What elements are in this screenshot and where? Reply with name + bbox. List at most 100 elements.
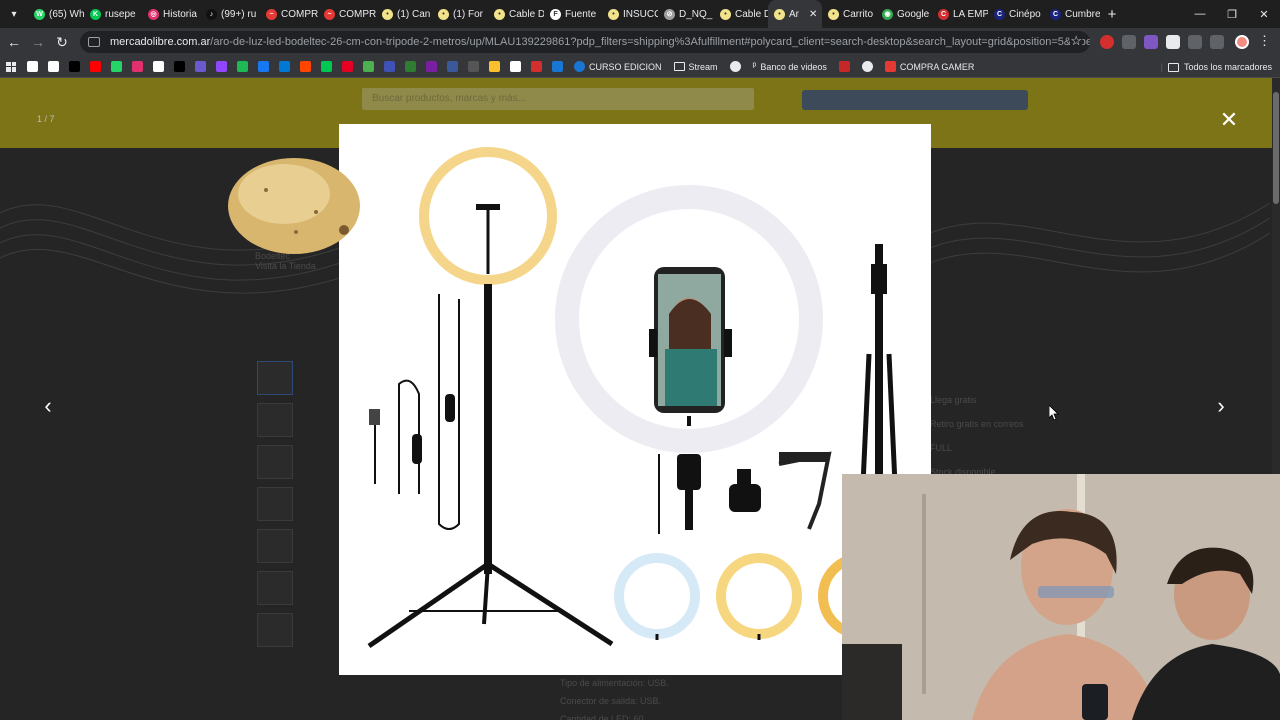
browser-tab[interactable]: C Cumbre — [1044, 0, 1100, 28]
extension-red-icon[interactable] — [1100, 35, 1114, 49]
browser-tab[interactable]: • INSUCO — [602, 0, 658, 28]
thumbnail[interactable] — [257, 445, 293, 479]
browser-tab[interactable]: Krusepe — [84, 0, 142, 28]
tab-title: D_NQ_ — [679, 8, 713, 20]
bookmark-favicon-icon[interactable] — [279, 61, 290, 72]
bookmark-stream[interactable]: Stream — [673, 62, 718, 72]
extensions-puzzle-icon[interactable] — [1188, 35, 1202, 49]
bookmark-banco[interactable]: ᵖ Banco de videos — [753, 61, 827, 72]
bookmark-favicon-icon[interactable] — [300, 61, 311, 72]
bookmark-favicon-icon[interactable] — [552, 61, 563, 72]
bookmarks-bar: CURSO EDICION Stream ᵖ Banco de videos CO… — [0, 56, 1280, 78]
bookmark-favicon-icon[interactable] — [447, 61, 458, 72]
extension-d-icon[interactable] — [1166, 35, 1180, 49]
webcam-overlay — [842, 474, 1280, 720]
bookmark-favicon-icon[interactable] — [111, 61, 122, 72]
bookmark-favicon-icon[interactable] — [342, 61, 353, 72]
all-bookmarks[interactable]: | Todos los marcadores — [1161, 56, 1272, 78]
browser-tab[interactable]: • (1) Can — [376, 0, 432, 28]
bookmark-favicon-icon[interactable] — [237, 61, 248, 72]
tab-title: COMPR — [281, 8, 318, 20]
browser-tab[interactable]: • Cable D — [714, 0, 768, 28]
browser-tab[interactable]: ~ COMPR — [260, 0, 318, 28]
browser-tab[interactable]: ◉ Google — [876, 0, 932, 28]
url-path: /aro-de-luz-led-bodeltec-26-cm-con-tripo… — [210, 36, 1090, 48]
browser-menu-icon[interactable]: ⋮ — [1258, 33, 1271, 49]
bookmark-favicon-icon[interactable] — [363, 61, 374, 72]
tab-favicon-icon: C — [938, 8, 949, 20]
bookmark-favicon-icon[interactable] — [468, 61, 479, 72]
tab-favicon-icon: C — [994, 8, 1005, 20]
browser-tab[interactable]: ~ COMPR — [318, 0, 376, 28]
thumbnail[interactable] — [257, 529, 293, 563]
chrome-icon — [861, 61, 873, 72]
header-promo-banner[interactable] — [802, 90, 1028, 110]
thumbnail[interactable] — [257, 487, 293, 521]
minimize-icon[interactable]: — — [1184, 0, 1216, 28]
scrollbar-thumb[interactable] — [1273, 92, 1279, 204]
product-search-input[interactable]: Buscar productos, marcas y más... — [362, 88, 754, 110]
bookmark-star-icon[interactable]: ☆ — [1070, 33, 1082, 49]
bookmark-favicon-icon[interactable] — [153, 61, 164, 72]
next-image-button[interactable]: › — [1209, 391, 1233, 421]
apps-grid-icon[interactable] — [6, 61, 16, 72]
reload-icon[interactable]: ↻ — [50, 30, 74, 54]
extensions-area — [1100, 28, 1224, 56]
bookmark-favicon-icon[interactable] — [27, 61, 38, 72]
site-info-icon[interactable] — [88, 37, 100, 47]
thumbnail[interactable] — [257, 361, 293, 395]
new-tab-button[interactable]: + — [1100, 6, 1124, 23]
bookmark-favicon-icon[interactable] — [48, 61, 59, 72]
bookmark-favicon-icon[interactable] — [258, 61, 269, 72]
thumbnail[interactable] — [257, 613, 293, 647]
bookmark-favicon-icon[interactable] — [90, 61, 101, 72]
browser-tab[interactable]: F Fuente — [544, 0, 602, 28]
tab-close-icon[interactable]: ✕ — [809, 9, 817, 20]
forward-arrow-icon[interactable]: → — [26, 30, 50, 54]
bookmark-chrome[interactable] — [861, 61, 873, 72]
browser-tab[interactable]: W (65) Wh — [28, 0, 84, 28]
browser-tab[interactable]: ⊘ D_NQ_ — [658, 0, 714, 28]
extension-purple-icon[interactable] — [1144, 35, 1158, 49]
bookmark-favicon-icon[interactable] — [405, 61, 416, 72]
bookmark-favicon-icon[interactable] — [195, 61, 206, 72]
browser-tab[interactable]: C LA EMP — [932, 0, 988, 28]
tab-title: Cable D — [735, 8, 768, 20]
bookmark-gamer[interactable]: COMPRA GAMER — [884, 61, 974, 72]
bookmark-favicon-icon[interactable] — [216, 61, 227, 72]
address-bar[interactable]: mercadolibre.com.ar /aro-de-luz-led-bode… — [80, 31, 1090, 53]
back-arrow-icon[interactable]: ← — [2, 30, 26, 54]
previous-image-button[interactable]: ‹ — [36, 391, 60, 421]
bookmark-favicon-icon[interactable] — [426, 61, 437, 72]
bookmark-favicon-icon[interactable] — [510, 61, 521, 72]
bookmark-red[interactable] — [838, 61, 850, 72]
browser-tab[interactable]: ◎ Historia — [142, 0, 200, 28]
close-window-icon[interactable]: ✕ — [1248, 0, 1280, 28]
browser-tab[interactable]: • Ar ✕ — [768, 0, 822, 28]
bookmark-favicon-icon[interactable] — [132, 61, 143, 72]
bookmark-favicon-icon[interactable] — [174, 61, 185, 72]
bookmark-label: CURSO EDICION — [589, 61, 662, 72]
profile-avatar[interactable] — [1235, 35, 1249, 49]
tab-search-chevron-icon[interactable]: ▾ — [0, 0, 28, 28]
bookmark-settings[interactable] — [729, 61, 741, 72]
browser-toolbar: ← → ↻ mercadolibre.com.ar /aro-de-luz-le… — [0, 28, 1280, 56]
restore-icon[interactable]: ❐ — [1216, 0, 1248, 28]
bookmark-favicon-icon[interactable] — [321, 61, 332, 72]
thumbnail[interactable] — [257, 403, 293, 437]
sidebar-icon[interactable] — [1210, 35, 1224, 49]
browser-tab[interactable]: • Carrito — [822, 0, 876, 28]
tab-title: COMPR — [339, 8, 376, 20]
browser-tab[interactable]: C Cinépo — [988, 0, 1044, 28]
bookmark-favicon-icon[interactable] — [489, 61, 500, 72]
bookmark-favicon-icon[interactable] — [69, 61, 80, 72]
browser-tab[interactable]: ♪ (99+) ru — [200, 0, 260, 28]
extension-pencil-icon[interactable] — [1122, 35, 1136, 49]
bookmark-favicon-icon[interactable] — [531, 61, 542, 72]
bookmark-favicon-icon[interactable] — [384, 61, 395, 72]
browser-tab[interactable]: • (1) For — [432, 0, 488, 28]
close-icon[interactable]: ✕ — [1215, 106, 1243, 134]
browser-tab[interactable]: • Cable D — [488, 0, 544, 28]
bookmark-curso[interactable]: CURSO EDICION — [574, 61, 662, 72]
thumbnail[interactable] — [257, 571, 293, 605]
